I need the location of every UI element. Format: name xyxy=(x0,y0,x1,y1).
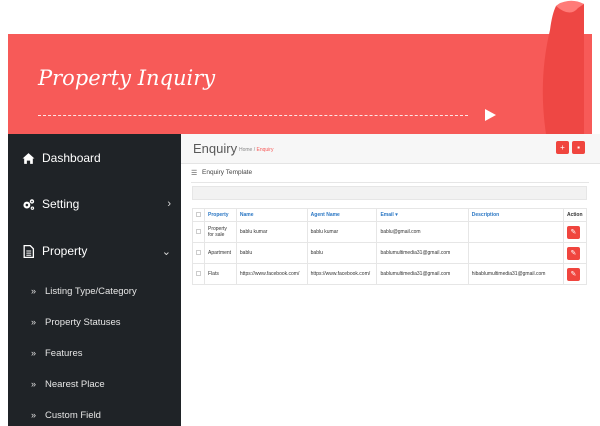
double-chevron-icon: » xyxy=(31,286,36,296)
chevron-down-icon: ⌄ xyxy=(161,245,171,258)
breadcrumb-current: Enquiry xyxy=(256,147,274,153)
sidebar-subitem-listing-type[interactable]: » Listing Type/Category xyxy=(8,279,181,303)
row-select-cell xyxy=(192,242,205,264)
enquiry-table: Property Name Agent Name Email ▾ Descrip… xyxy=(192,208,588,285)
double-chevron-icon: » xyxy=(31,317,36,327)
trash-icon: ▪ xyxy=(577,143,580,152)
sidebar-subitem-nearest-place[interactable]: » Nearest Place xyxy=(8,372,181,396)
play-icon[interactable] xyxy=(485,109,496,121)
cell-action: ✎ xyxy=(562,221,588,243)
breadcrumb: Home / Enquiry xyxy=(239,147,273,153)
cell-agent-name: https://www.facebook.com/ xyxy=(306,263,378,285)
pencil-icon: ✎ xyxy=(570,249,577,257)
cell-agent-name: bablu kumar xyxy=(306,221,378,243)
row-select-cell xyxy=(192,221,205,243)
column-header-description[interactable]: Description xyxy=(467,208,564,222)
table-row: Flats https://www.facebook.com/ https://… xyxy=(192,263,588,285)
sidebar-item-property[interactable]: Property ⌄ xyxy=(8,231,181,271)
breadcrumb-separator: / xyxy=(253,147,256,153)
sidebar-subitem-label: Features xyxy=(45,347,83,359)
cell-name: bablu kumar xyxy=(235,221,308,243)
document-icon xyxy=(23,244,35,258)
sidebar: Dashboard Setting › Property ⌄ » Listing… xyxy=(8,134,181,426)
cell-agent-name: bablu xyxy=(306,242,378,264)
breadcrumb-home[interactable]: Home xyxy=(239,147,252,153)
row-checkbox[interactable] xyxy=(196,228,201,234)
select-all-cell xyxy=(192,208,205,222)
column-header-action: Action xyxy=(562,208,588,222)
double-chevron-icon: » xyxy=(31,410,36,420)
banner-divider xyxy=(38,115,468,116)
add-button[interactable]: + xyxy=(556,141,569,154)
cell-description: hibablumultimedia31@gmail.com xyxy=(467,263,564,285)
main-content: Enquiry Home / Enquiry + ▪ ☰ Enquiry Tem… xyxy=(181,134,600,426)
page-header: Enquiry Home / Enquiry + ▪ xyxy=(181,134,600,164)
cell-property: Flats xyxy=(204,263,237,285)
cell-name: https://www.facebook.com/ xyxy=(235,263,308,285)
cell-action: ✎ xyxy=(562,263,588,285)
sidebar-subitem-features[interactable]: » Features xyxy=(8,341,181,365)
column-header-email[interactable]: Email ▾ xyxy=(376,208,469,222)
edit-button[interactable]: ✎ xyxy=(566,225,580,239)
edit-button[interactable]: ✎ xyxy=(566,267,580,281)
sidebar-subitem-property-statuses[interactable]: » Property Statuses xyxy=(8,310,181,334)
home-icon xyxy=(22,152,35,164)
pencil-icon: ✎ xyxy=(570,228,577,236)
cell-property: Property for sale xyxy=(204,221,237,243)
list-icon: ☰ xyxy=(191,170,198,177)
sidebar-subitem-custom-field[interactable]: » Custom Field xyxy=(8,403,181,426)
cogs-icon xyxy=(23,198,35,210)
double-chevron-icon: » xyxy=(31,348,36,358)
panel-title: Enquiry Template xyxy=(202,169,253,176)
row-checkbox[interactable] xyxy=(196,249,201,255)
sidebar-subitem-label: Listing Type/Category xyxy=(45,285,137,297)
cell-email: bablu@gmail.com xyxy=(376,221,469,243)
cell-description xyxy=(467,221,564,243)
sidebar-item-label: Dashboard xyxy=(42,151,101,165)
edit-button[interactable]: ✎ xyxy=(566,246,580,260)
panel-divider xyxy=(191,182,589,183)
panel-header: ☰ Enquiry Template xyxy=(191,168,589,180)
table-row: Property for sale bablu kumar bablu kuma… xyxy=(192,221,588,243)
pencil-icon: ✎ xyxy=(570,270,577,278)
sort-desc-icon: ▾ xyxy=(395,212,398,218)
cell-property: Apartment xyxy=(204,242,237,264)
sidebar-item-label: Property xyxy=(42,244,88,258)
column-header-name[interactable]: Name xyxy=(235,208,308,222)
table-header-row: Property Name Agent Name Email ▾ Descrip… xyxy=(192,208,588,222)
table-row: Apartment bablu bablu bablumultimedia31@… xyxy=(192,242,588,264)
cell-email: bablumultimedia31@gmail.com xyxy=(376,263,469,285)
sidebar-subitem-label: Custom Field xyxy=(45,409,101,421)
cell-description xyxy=(467,242,564,264)
column-header-agent-name[interactable]: Agent Name xyxy=(306,208,378,222)
column-header-property[interactable]: Property xyxy=(204,208,237,222)
plus-icon: + xyxy=(560,143,565,152)
sidebar-item-dashboard[interactable]: Dashboard xyxy=(8,138,181,178)
sidebar-subitem-label: Nearest Place xyxy=(45,378,105,390)
cell-email: bablumultimedia31@gmail.com xyxy=(376,242,469,264)
cell-name: bablu xyxy=(235,242,308,264)
filter-bar[interactable] xyxy=(192,186,587,200)
page-title: Enquiry xyxy=(193,141,238,156)
ribbon-curl-decoration xyxy=(542,0,584,134)
chevron-right-icon: › xyxy=(167,198,171,210)
sidebar-item-label: Setting xyxy=(42,197,80,211)
sidebar-item-setting[interactable]: Setting › xyxy=(8,184,181,224)
sidebar-subitem-label: Property Statuses xyxy=(45,316,121,328)
cell-action: ✎ xyxy=(562,242,588,264)
banner-title: Property Inquiry xyxy=(38,66,216,90)
row-checkbox[interactable] xyxy=(196,270,201,276)
column-header-email-label: Email xyxy=(380,212,394,218)
row-select-cell xyxy=(192,263,205,285)
select-all-checkbox[interactable] xyxy=(196,211,201,217)
delete-button[interactable]: ▪ xyxy=(572,141,585,154)
double-chevron-icon: » xyxy=(31,379,36,389)
